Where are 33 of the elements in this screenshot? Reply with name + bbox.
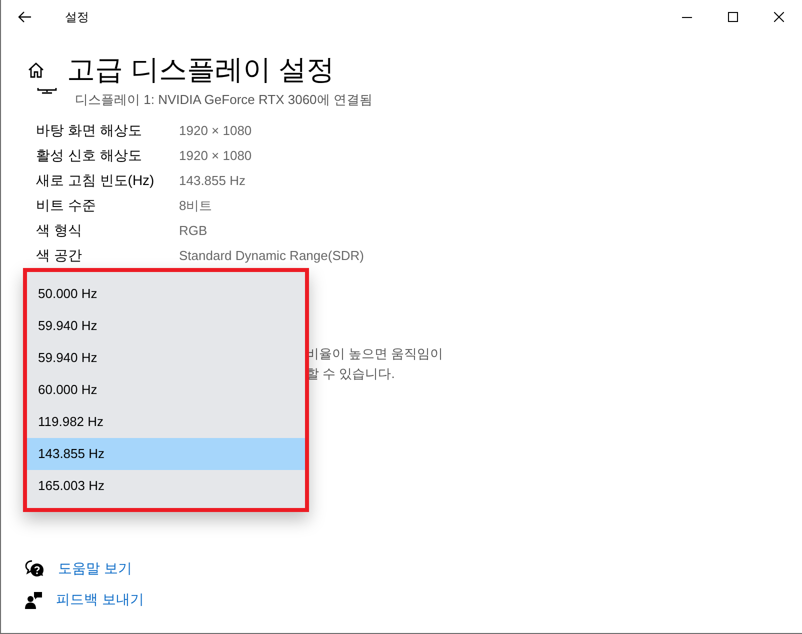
- info-value: RGB: [179, 222, 208, 240]
- dropdown-option[interactable]: 143.855 Hz: [27, 438, 305, 470]
- info-value: 143.855 Hz: [179, 172, 246, 190]
- person-speech-icon: [25, 590, 43, 608]
- info-label: 색 공간: [36, 246, 83, 265]
- dropdown-option[interactable]: 119.982 Hz: [27, 406, 305, 438]
- monitor-icon: [37, 88, 57, 94]
- help-link[interactable]: 도움말 보기: [58, 558, 132, 579]
- connection-text: 디스플레이 1: NVIDIA GeForce RTX 3060에 연결됨: [75, 91, 372, 109]
- maximize-icon: [728, 12, 738, 22]
- info-label: 비트 수준: [36, 196, 97, 215]
- info-value: 1920 × 1080: [179, 122, 252, 140]
- info-label: 색 형식: [36, 221, 83, 240]
- info-value: 1920 × 1080: [179, 146, 252, 165]
- info-value: Standard Dynamic Range(SDR): [179, 246, 364, 265]
- home-button[interactable]: [27, 61, 45, 79]
- help-bubble-icon: [25, 560, 45, 578]
- dropdown-option[interactable]: 59.940 Hz: [27, 310, 305, 342]
- info-value: 8비트: [179, 196, 212, 215]
- window-title: 설정: [65, 9, 89, 26]
- close-icon: [774, 12, 784, 22]
- page-heading: 고급 디스플레이 설정: [67, 53, 335, 87]
- dropdown-option[interactable]: 50.000 Hz: [27, 278, 305, 310]
- help-link[interactable]: 피드백 보내기: [56, 589, 144, 610]
- info-label: 바탕 화면 해상도: [36, 121, 143, 140]
- home-icon: [28, 62, 44, 78]
- info-label: 새로 고침 빈도(Hz): [36, 171, 156, 190]
- dropdown-option[interactable]: 165.003 Hz: [27, 470, 305, 502]
- dropdown-option[interactable]: 59.940 Hz: [27, 342, 305, 374]
- minimize-icon: [682, 16, 692, 18]
- dropdown-option[interactable]: 60.000 Hz: [27, 374, 305, 406]
- back-arrow-icon: [18, 11, 32, 23]
- info-label: 활성 신호 해상도: [36, 146, 143, 165]
